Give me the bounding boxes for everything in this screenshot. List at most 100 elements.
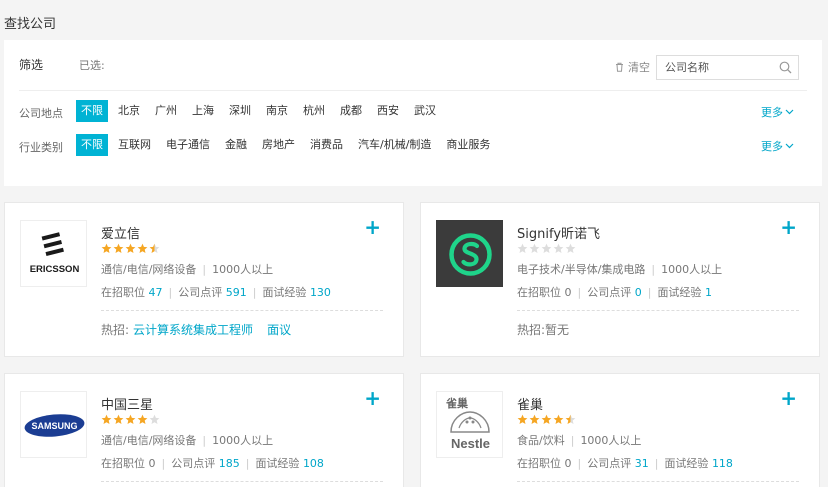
filter-option[interactable]: 金融 (220, 134, 252, 156)
company-logo[interactable]: ERICSSON (20, 220, 87, 287)
follow-plus-button[interactable]: + (780, 388, 797, 408)
company-card[interactable]: SAMSUNG + 中国三星 通信/电信/网络设备 | 1000人以上 在招职位 0… (4, 373, 404, 487)
filter-option[interactable]: 武汉 (409, 100, 441, 122)
filter-row-label: 行业类别 (19, 141, 63, 154)
trash-icon (616, 62, 623, 72)
filter-header: 筛选 已选: 清空 (4, 40, 822, 90)
jobs-label: 在招职位 (101, 457, 145, 470)
star-icon (149, 414, 160, 424)
follow-plus-button[interactable]: + (780, 217, 797, 237)
filter-option[interactable]: 杭州 (298, 100, 330, 122)
chevron-down-icon (785, 143, 794, 149)
filter-panel: 筛选 已选: 清空 公司地点 不限北京广州上海深圳南京杭州成都西安武汉 更多 行… (4, 40, 822, 186)
card-divider (101, 481, 383, 482)
filter-option[interactable]: 不限 (76, 134, 108, 156)
filter-option[interactable]: 西安 (372, 100, 404, 122)
jobs-count[interactable]: 0 (149, 457, 156, 470)
selected-label: 已选: (79, 59, 105, 72)
company-card[interactable]: ERICSSON + 爱立信 通信/电信/网络设备 | 1000人以上 在招职位 4… (4, 202, 404, 357)
signify-logo (437, 221, 502, 286)
interviews-label: 面试经验 (664, 457, 709, 470)
interviews-count[interactable]: 118 (712, 457, 733, 470)
filter-label: 筛选 (19, 58, 44, 72)
company-meta: 通信/电信/网络设备 | 1000人以上 (101, 434, 274, 447)
jobs-count[interactable]: 0 (565, 457, 572, 470)
hot-jobs: 热招: 云计算系统集成工程师 面议 (101, 321, 291, 338)
reviews-count[interactable]: 185 (219, 457, 240, 470)
star-icon (149, 243, 160, 253)
filter-option[interactable]: 商业服务 (441, 134, 495, 156)
interviews-count[interactable]: 130 (310, 286, 331, 299)
filter-option[interactable]: 不限 (76, 100, 108, 122)
hot-job-link[interactable]: 云计算系统集成工程师 (133, 323, 253, 337)
company-card[interactable]: + Signify昕诺飞 电子技术/半导体/集成电路 | 1000人以上 在招职位 … (420, 202, 820, 357)
company-logo[interactable]: SAMSUNG (20, 391, 87, 458)
reviews-count[interactable]: 0 (635, 286, 642, 299)
star-icon (553, 414, 564, 424)
filter-row-location: 公司地点 不限 北京 广州 上海 深圳 南京 杭州 成都 西安 武汉 更多 (4, 100, 822, 124)
industry: 电子技术/半导体/集成电路 (517, 263, 646, 276)
card-divider (517, 310, 799, 311)
interviews-label: 面试经验 (262, 286, 307, 299)
jobs-count[interactable]: 47 (149, 286, 163, 299)
jobs-label: 在招职位 (517, 457, 561, 470)
star-icon (565, 243, 576, 253)
search-icon[interactable] (779, 61, 792, 74)
rating-stars (101, 414, 161, 425)
company-logo[interactable] (436, 220, 503, 287)
logo-text: Nestle (451, 436, 490, 451)
filter-option[interactable]: 房地产 (257, 134, 300, 156)
company-name[interactable]: 爱立信 (101, 223, 140, 242)
reviews-label: 公司点评 (587, 286, 632, 299)
reviews-count[interactable]: 591 (226, 286, 247, 299)
star-icon (113, 414, 124, 424)
interviews-count[interactable]: 108 (303, 457, 324, 470)
rating-stars (101, 243, 161, 254)
filter-option[interactable]: 消费品 (305, 134, 348, 156)
company-card[interactable]: 雀巢 Nestle + 雀巢 食品/饮料 | 1000人以上 在招职位 0 | 公司点评… (420, 373, 820, 487)
jobs-label: 在招职位 (101, 286, 145, 299)
star-icon (529, 243, 540, 253)
more-industry-button[interactable]: 更多 (761, 138, 794, 154)
hot-job-none: 暂无 (545, 323, 570, 337)
industry-options: 不限 互联网 电子通信 金融 房地产 消费品 汽车/机械/制造 商业服务 (76, 134, 500, 156)
filter-option[interactable]: 成都 (335, 100, 367, 122)
filter-option[interactable]: 汽车/机械/制造 (353, 134, 436, 156)
company-size: 1000人以上 (212, 263, 274, 276)
filter-option[interactable]: 南京 (261, 100, 293, 122)
filter-option[interactable]: 互联网 (113, 134, 156, 156)
card-divider (101, 310, 383, 311)
filter-option[interactable]: 上海 (187, 100, 219, 122)
company-logo[interactable]: 雀巢 Nestle (436, 391, 503, 458)
jobs-count[interactable]: 0 (565, 286, 572, 299)
company-name[interactable]: 中国三星 (101, 394, 153, 413)
follow-plus-button[interactable]: + (364, 217, 381, 237)
interviews-count[interactable]: 1 (705, 286, 712, 299)
filter-row-industry: 行业类别 不限 互联网 电子通信 金融 房地产 消费品 汽车/机械/制造 商业服务 更多 (4, 134, 822, 158)
company-name[interactable]: 雀巢 (517, 394, 543, 413)
star-icon (517, 414, 528, 424)
star-icon (517, 243, 528, 253)
company-size: 1000人以上 (580, 434, 642, 447)
location-options: 不限 北京 广州 上海 深圳 南京 杭州 成都 西安 武汉 (76, 100, 446, 122)
company-search-input[interactable] (657, 56, 775, 79)
star-icon (125, 243, 136, 253)
star-icon (529, 414, 540, 424)
company-stats: 在招职位 0 | 公司点评 31 | 面试经验 118 (517, 457, 733, 470)
company-name[interactable]: Signify昕诺飞 (517, 223, 600, 242)
hot-jobs: 热招:暂无 (517, 321, 569, 338)
filter-option[interactable]: 广州 (150, 100, 182, 122)
clear-button[interactable]: 清空 (615, 59, 650, 75)
jobs-label: 在招职位 (517, 286, 561, 299)
reviews-count[interactable]: 31 (635, 457, 649, 470)
follow-plus-button[interactable]: + (364, 388, 381, 408)
company-search-box (656, 55, 799, 80)
nestle-logo: 雀巢 Nestle (445, 396, 490, 451)
company-size: 1000人以上 (661, 263, 723, 276)
page-title: 查找公司 (4, 17, 57, 32)
filter-option[interactable]: 北京 (113, 100, 145, 122)
filter-option[interactable]: 深圳 (224, 100, 256, 122)
filter-option[interactable]: 电子通信 (161, 134, 215, 156)
more-location-button[interactable]: 更多 (761, 104, 794, 120)
company-stats: 在招职位 47 | 公司点评 591 | 面试经验 130 (101, 286, 331, 299)
